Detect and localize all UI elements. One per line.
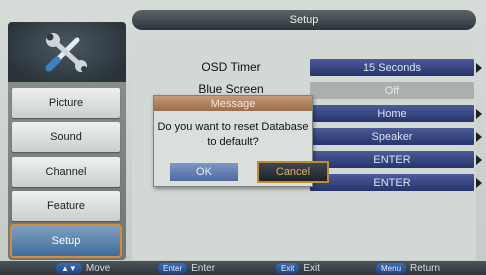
setting-value-osd-timer[interactable]: 15 Seconds <box>310 59 474 76</box>
setting-value-home[interactable]: Home <box>310 105 474 122</box>
hint-move: ▲▼ Move <box>56 262 110 274</box>
dialog-title: Message <box>154 96 312 111</box>
hint-enter-label: Enter <box>191 262 216 274</box>
setting-value-blue-screen[interactable]: Off <box>310 82 474 99</box>
tools-icon <box>45 33 87 72</box>
dialog-message-line-1: Do you want to reset Database <box>157 121 309 133</box>
sidebar-item-setup[interactable]: Setup <box>10 224 122 258</box>
hint-enter: Enter Enter <box>158 262 215 274</box>
chevron-right-icon[interactable] <box>476 178 482 188</box>
setting-value-speaker[interactable]: Speaker <box>310 128 474 145</box>
setting-label-osd-timer: OSD Timer <box>201 60 261 74</box>
sidebar-item-picture[interactable]: Picture <box>12 88 120 118</box>
hint-move-label: Move <box>85 262 111 274</box>
tv-menu-screen: Setup Picture Sound Channel Feature Setu… <box>0 0 486 275</box>
menu-key-icon: Menu <box>376 262 407 274</box>
setup-tools-tile <box>8 22 126 82</box>
hint-exit-label: Exit <box>303 262 321 274</box>
sidebar-item-sound[interactable]: Sound <box>12 122 120 152</box>
sidebar-item-channel[interactable]: Channel <box>12 157 120 187</box>
menu-title: Setup <box>132 10 476 30</box>
setting-value-enter-1[interactable]: ENTER <box>310 151 474 168</box>
setting-value-enter-2[interactable]: ENTER <box>310 174 474 191</box>
cancel-button[interactable]: Cancel <box>257 161 329 183</box>
setting-label-blue-screen: Blue Screen <box>198 82 264 96</box>
chevron-right-icon[interactable] <box>476 109 482 119</box>
sidebar-item-feature[interactable]: Feature <box>12 191 120 221</box>
reset-database-dialog: Message Do you want to reset Database to… <box>153 95 329 187</box>
hint-return-label: Return <box>410 262 441 274</box>
chevron-right-icon[interactable] <box>476 132 482 142</box>
chevron-right-icon[interactable] <box>476 155 482 165</box>
hint-exit: Exit Exit <box>276 262 320 274</box>
dialog-message-line-2: to default? <box>207 136 259 148</box>
chevron-right-icon[interactable] <box>476 63 482 73</box>
ok-button[interactable]: OK <box>170 163 238 181</box>
move-key-icon: ▲▼ <box>56 262 82 274</box>
exit-key-icon: Exit <box>276 262 300 274</box>
enter-key-icon: Enter <box>158 262 188 274</box>
dialog-message: Do you want to reset Database to default… <box>154 120 312 150</box>
hint-return: Menu Return <box>376 262 440 274</box>
footer-hints: ▲▼ Move Enter Enter Exit Exit Menu Retur… <box>0 261 486 275</box>
